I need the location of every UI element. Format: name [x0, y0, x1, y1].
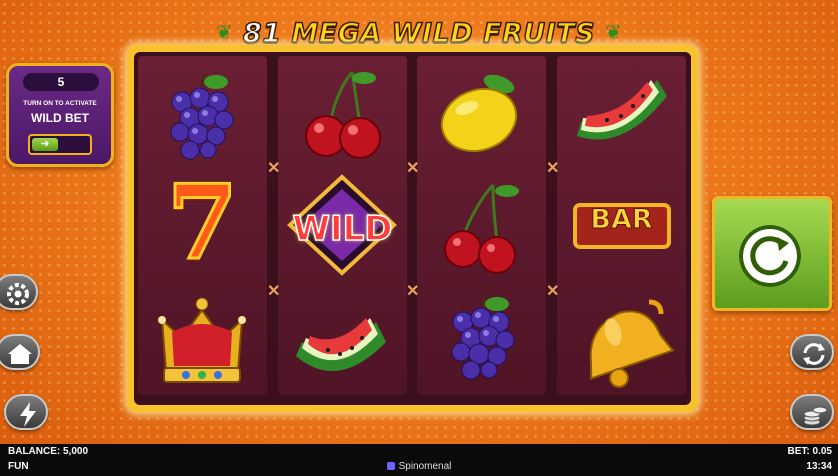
watermelon-symbol [278, 282, 407, 395]
wild-bet-toggle[interactable]: ➜ [28, 134, 92, 155]
wild-bet-label: WILD BET [31, 111, 89, 125]
coins-icon [803, 406, 828, 426]
settings-button[interactable] [0, 274, 38, 310]
lemon-symbol [417, 56, 546, 169]
reel-frame: 7 WILD BAR ✕ ✕ ✕ ✕ ✕ ✕ [127, 45, 698, 412]
watermelon-symbol [557, 56, 686, 169]
crown-symbol [138, 282, 267, 395]
reel-3 [417, 56, 546, 395]
spin-button[interactable] [712, 196, 832, 311]
leaf-right-icon: ❦ [604, 20, 623, 44]
leaf-left-icon: ❦ [215, 20, 233, 44]
cherries-symbol [278, 56, 407, 169]
reel-separator: ✕ [546, 283, 560, 300]
reel-4: BAR [557, 56, 686, 395]
reel-separator: ✕ [406, 283, 420, 300]
reel-1: 7 [138, 56, 267, 395]
bet-label: BET: 0.05 [787, 446, 832, 457]
reel-2: WILD [278, 56, 407, 395]
wild-bet-panel: 5 TURN ON TO ACTIVATE WILD BET ➜ [6, 63, 114, 167]
brand-name: Spinomenal [398, 461, 452, 472]
autoplay-icon [803, 343, 825, 365]
reel-separator: ✕ [546, 160, 560, 177]
grapes-symbol [138, 56, 267, 169]
reel-area: 7 WILD BAR ✕ ✕ ✕ ✕ ✕ ✕ [134, 52, 691, 405]
reel-separator: ✕ [267, 283, 281, 300]
spin-icon [739, 225, 801, 287]
clock: 13:34 [806, 461, 832, 472]
spinomenal-logo-icon [386, 462, 395, 470]
wild-label: WILD [292, 208, 394, 250]
autoplay-button[interactable] [790, 334, 834, 370]
bell-symbol [557, 282, 686, 395]
cherries-symbol [417, 169, 546, 282]
brand: Spinomenal [0, 461, 838, 472]
grapes-symbol [417, 282, 546, 395]
bar-label: BAR [590, 204, 653, 236]
seven-symbol: 7 [166, 162, 240, 285]
balance-label: BALANCE: 5,000 [8, 446, 89, 457]
lightning-icon [20, 402, 36, 427]
bar-symbol: BAR [557, 169, 686, 282]
arrow-right-icon: ➜ [32, 138, 58, 151]
status-bar: BALANCE: 5,000 FUN Spinomenal BET: 0.05 … [0, 444, 838, 476]
reel-separator: ✕ [406, 160, 420, 177]
wild-bet-value: 5 [23, 73, 99, 91]
wild-bet-instruction: TURN ON TO ACTIVATE [23, 100, 97, 107]
turbo-button[interactable] [4, 394, 48, 430]
gear-icon [7, 283, 29, 305]
wild-symbol: WILD [278, 169, 407, 282]
bet-button[interactable] [790, 394, 834, 430]
reel-separator: ✕ [267, 160, 281, 177]
home-button[interactable] [0, 334, 40, 370]
home-icon [8, 344, 32, 364]
